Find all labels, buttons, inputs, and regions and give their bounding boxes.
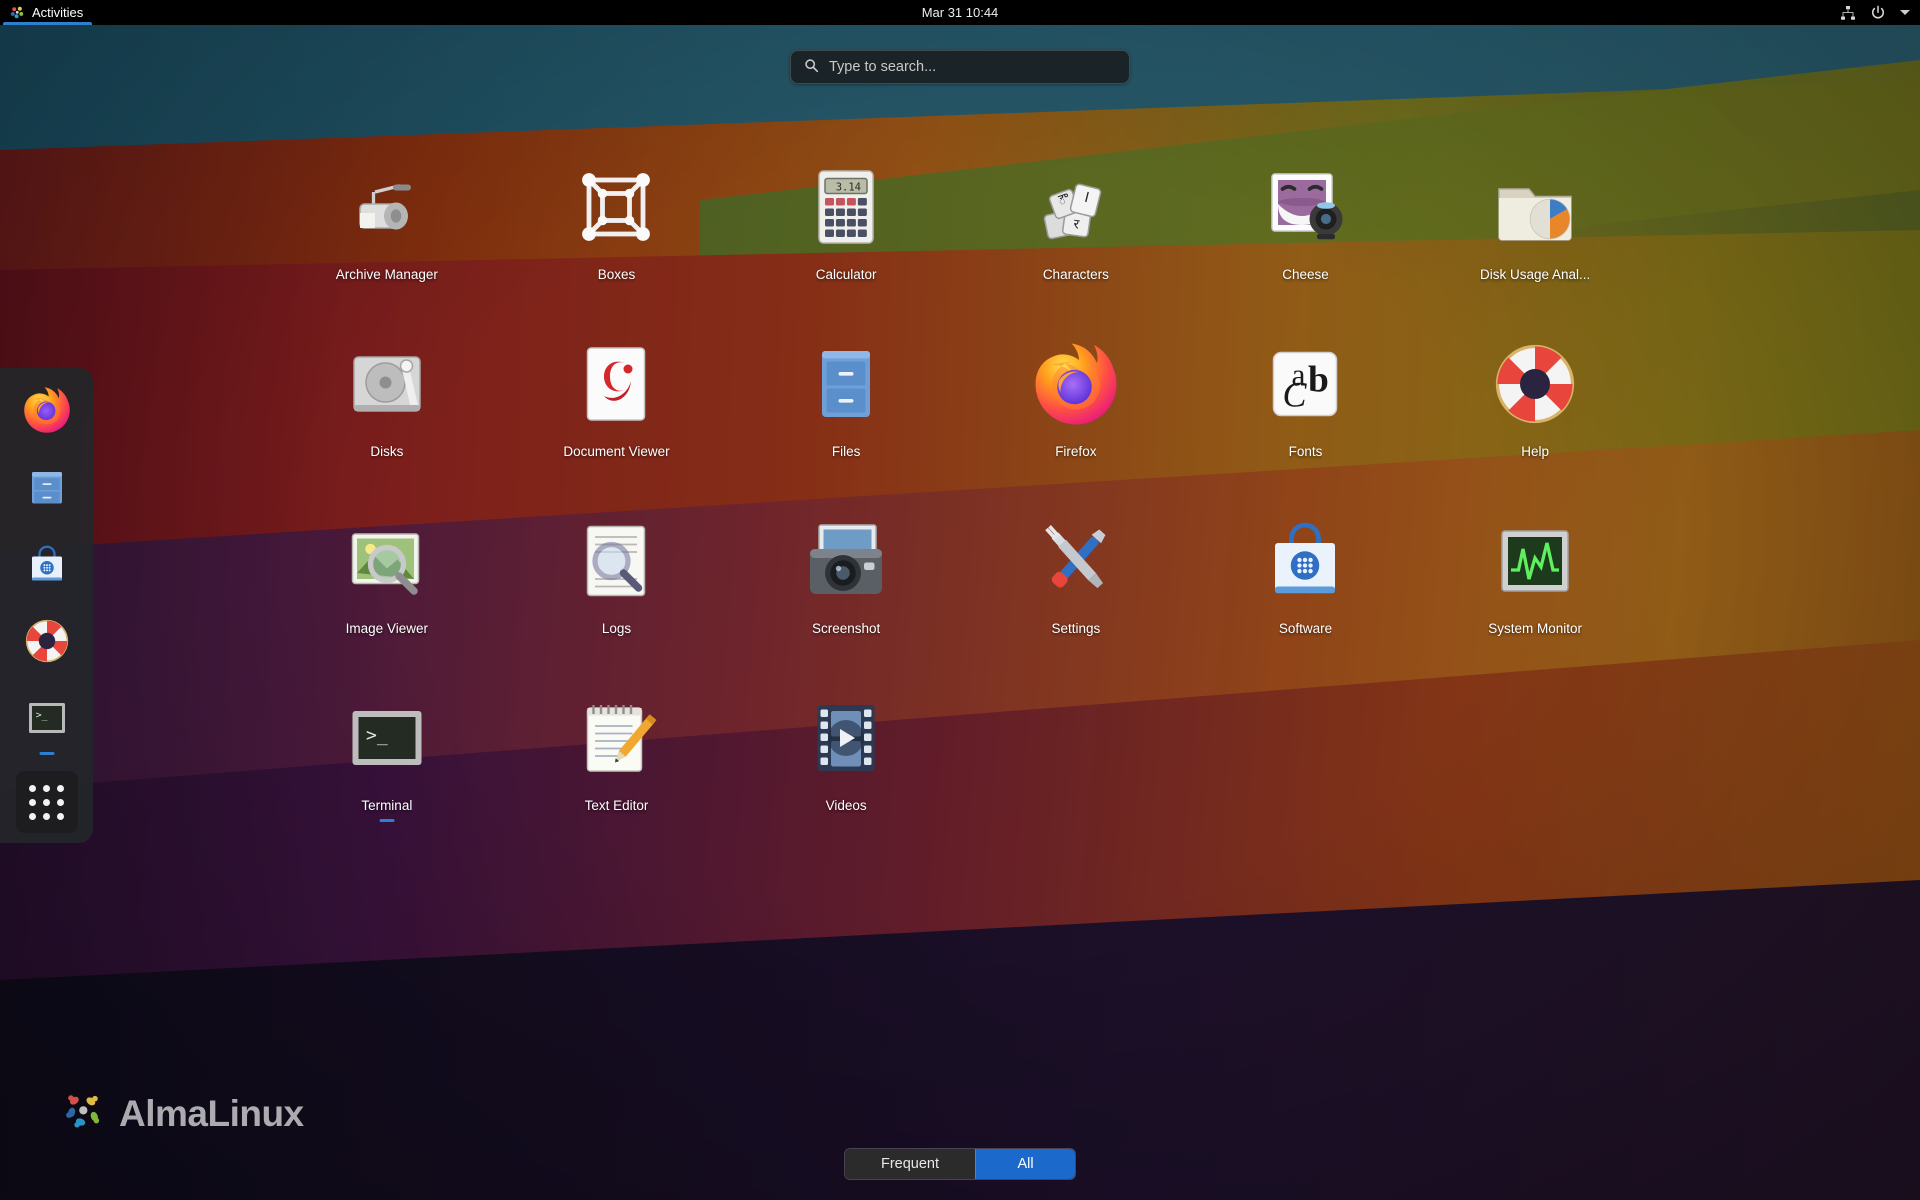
- text-editor-icon: [568, 690, 664, 786]
- search-icon: [804, 58, 819, 77]
- svg-text:>_: >_: [35, 710, 47, 721]
- image-viewer-icon: [339, 513, 435, 609]
- files-cabinet-icon: [798, 336, 894, 432]
- dock-item-terminal[interactable]: >_: [19, 690, 75, 755]
- svg-text:b: b: [1308, 360, 1329, 401]
- app-label: Firefox: [1055, 444, 1097, 459]
- app-item-image-viewer[interactable]: Image Viewer: [272, 509, 502, 637]
- app-item-help[interactable]: Help: [1420, 332, 1650, 460]
- disks-icon: [339, 336, 435, 432]
- svg-text:>_: >_: [366, 725, 388, 746]
- top-bar: Activities Mar 31 10:44: [0, 0, 1920, 25]
- almalinux-logo-icon: [10, 5, 25, 20]
- all-tab[interactable]: All: [975, 1149, 1076, 1179]
- app-item-logs[interactable]: Logs: [502, 509, 732, 637]
- app-label: Files: [831, 444, 861, 459]
- app-label: Software: [1278, 621, 1333, 636]
- app-item-text-editor[interactable]: Text Editor: [502, 686, 732, 814]
- app-label: System Monitor: [1488, 621, 1583, 636]
- activities-active-indicator: [3, 22, 93, 25]
- svg-text:C: C: [1283, 375, 1308, 415]
- power-icon[interactable]: [1870, 5, 1886, 21]
- app-item-document-viewer[interactable]: Document Viewer: [502, 332, 732, 460]
- app-label: Settings: [1051, 621, 1101, 636]
- archive-manager-icon: [339, 159, 435, 255]
- dock-item-software[interactable]: [19, 536, 75, 592]
- app-item-calculator[interactable]: 3.14 Calculator: [731, 155, 961, 283]
- grid-dots-icon: [29, 784, 64, 820]
- app-label: Text Editor: [584, 798, 649, 813]
- app-label: Fonts: [1288, 444, 1323, 459]
- app-label: Archive Manager: [335, 267, 438, 282]
- system-tray[interactable]: [1840, 5, 1910, 21]
- app-item-characters[interactable]: । ౌ र Characters: [961, 155, 1191, 283]
- app-item-firefox[interactable]: Firefox: [961, 332, 1191, 460]
- app-item-terminal[interactable]: >_ Terminal: [272, 686, 502, 822]
- app-item-files[interactable]: Files: [731, 332, 961, 460]
- show-applications-button[interactable]: [15, 771, 78, 833]
- app-item-fonts[interactable]: a b C Fonts: [1191, 332, 1421, 460]
- fonts-icon: a b C: [1257, 336, 1353, 432]
- characters-keycaps-icon: । ౌ र: [1028, 159, 1124, 255]
- almalinux-logo-icon: [62, 1089, 106, 1138]
- app-label: Disk Usage Anal...: [1480, 267, 1591, 282]
- cheese-webcam-icon: [1257, 159, 1353, 255]
- app-item-disks[interactable]: Disks: [272, 332, 502, 460]
- app-item-disk-usage-analyzer[interactable]: Disk Usage Anal...: [1420, 155, 1650, 283]
- dock-item-firefox[interactable]: [19, 382, 75, 438]
- app-label: Document Viewer: [563, 444, 670, 459]
- app-item-videos[interactable]: Videos: [731, 686, 961, 814]
- system-monitor-icon: [1487, 513, 1583, 609]
- app-label: Boxes: [597, 267, 636, 282]
- almalinux-watermark: AlmaLinux: [62, 1089, 304, 1138]
- activities-button[interactable]: Activities: [0, 0, 95, 25]
- logs-icon: [568, 513, 664, 609]
- app-item-settings[interactable]: Settings: [961, 509, 1191, 637]
- firefox-icon: [1028, 336, 1124, 432]
- view-selector: Frequent All: [0, 1148, 1920, 1180]
- app-label: Videos: [825, 798, 867, 813]
- search-area: Type to search...: [0, 50, 1920, 84]
- search-input[interactable]: Type to search...: [790, 50, 1130, 84]
- software-bag-icon: [1257, 513, 1353, 609]
- app-item-screenshot[interactable]: Screenshot: [731, 509, 961, 637]
- search-placeholder: Type to search...: [829, 59, 937, 75]
- boxes-cube-icon: [568, 159, 664, 255]
- running-indicator: [39, 751, 54, 755]
- app-label: Image Viewer: [345, 621, 428, 636]
- dash-dock: >_: [0, 368, 93, 843]
- activities-label: Activities: [32, 5, 84, 20]
- app-label: Screenshot: [812, 621, 881, 636]
- app-item-boxes[interactable]: Boxes: [502, 155, 732, 283]
- terminal-icon: >_: [339, 690, 435, 786]
- app-item-system-monitor[interactable]: System Monitor: [1420, 509, 1650, 637]
- app-label: Characters: [1042, 267, 1109, 282]
- app-item-archive-manager[interactable]: Archive Manager: [272, 155, 502, 283]
- frequent-tab[interactable]: Frequent: [844, 1149, 976, 1179]
- app-label: Logs: [601, 621, 632, 636]
- app-label: Help: [1521, 444, 1550, 459]
- disk-usage-analyzer-icon: [1487, 159, 1583, 255]
- screenshot-camera-icon: [798, 513, 894, 609]
- document-viewer-icon: [568, 336, 664, 432]
- clock[interactable]: Mar 31 10:44: [0, 5, 1920, 20]
- almalinux-wordmark: AlmaLinux: [119, 1092, 304, 1134]
- app-label: Calculator: [815, 267, 877, 282]
- calculator-icon: 3.14: [798, 159, 894, 255]
- dock-item-help[interactable]: [19, 613, 75, 669]
- app-item-cheese[interactable]: Cheese: [1191, 155, 1421, 283]
- network-wired-icon[interactable]: [1840, 5, 1856, 21]
- app-label: Terminal: [361, 798, 413, 813]
- app-label: Disks: [370, 444, 404, 459]
- application-grid: Archive Manager Boxes 3.14 Calculator । …: [272, 155, 1650, 822]
- settings-tools-icon: [1028, 513, 1124, 609]
- app-label: Cheese: [1282, 267, 1329, 282]
- running-indicator: [379, 818, 395, 822]
- chevron-down-icon[interactable]: [1900, 10, 1910, 15]
- app-item-software[interactable]: Software: [1191, 509, 1421, 637]
- svg-text:3.14: 3.14: [836, 182, 861, 194]
- videos-film-icon: [798, 690, 894, 786]
- dock-item-files[interactable]: [19, 459, 75, 515]
- help-lifebuoy-icon: [1487, 336, 1583, 432]
